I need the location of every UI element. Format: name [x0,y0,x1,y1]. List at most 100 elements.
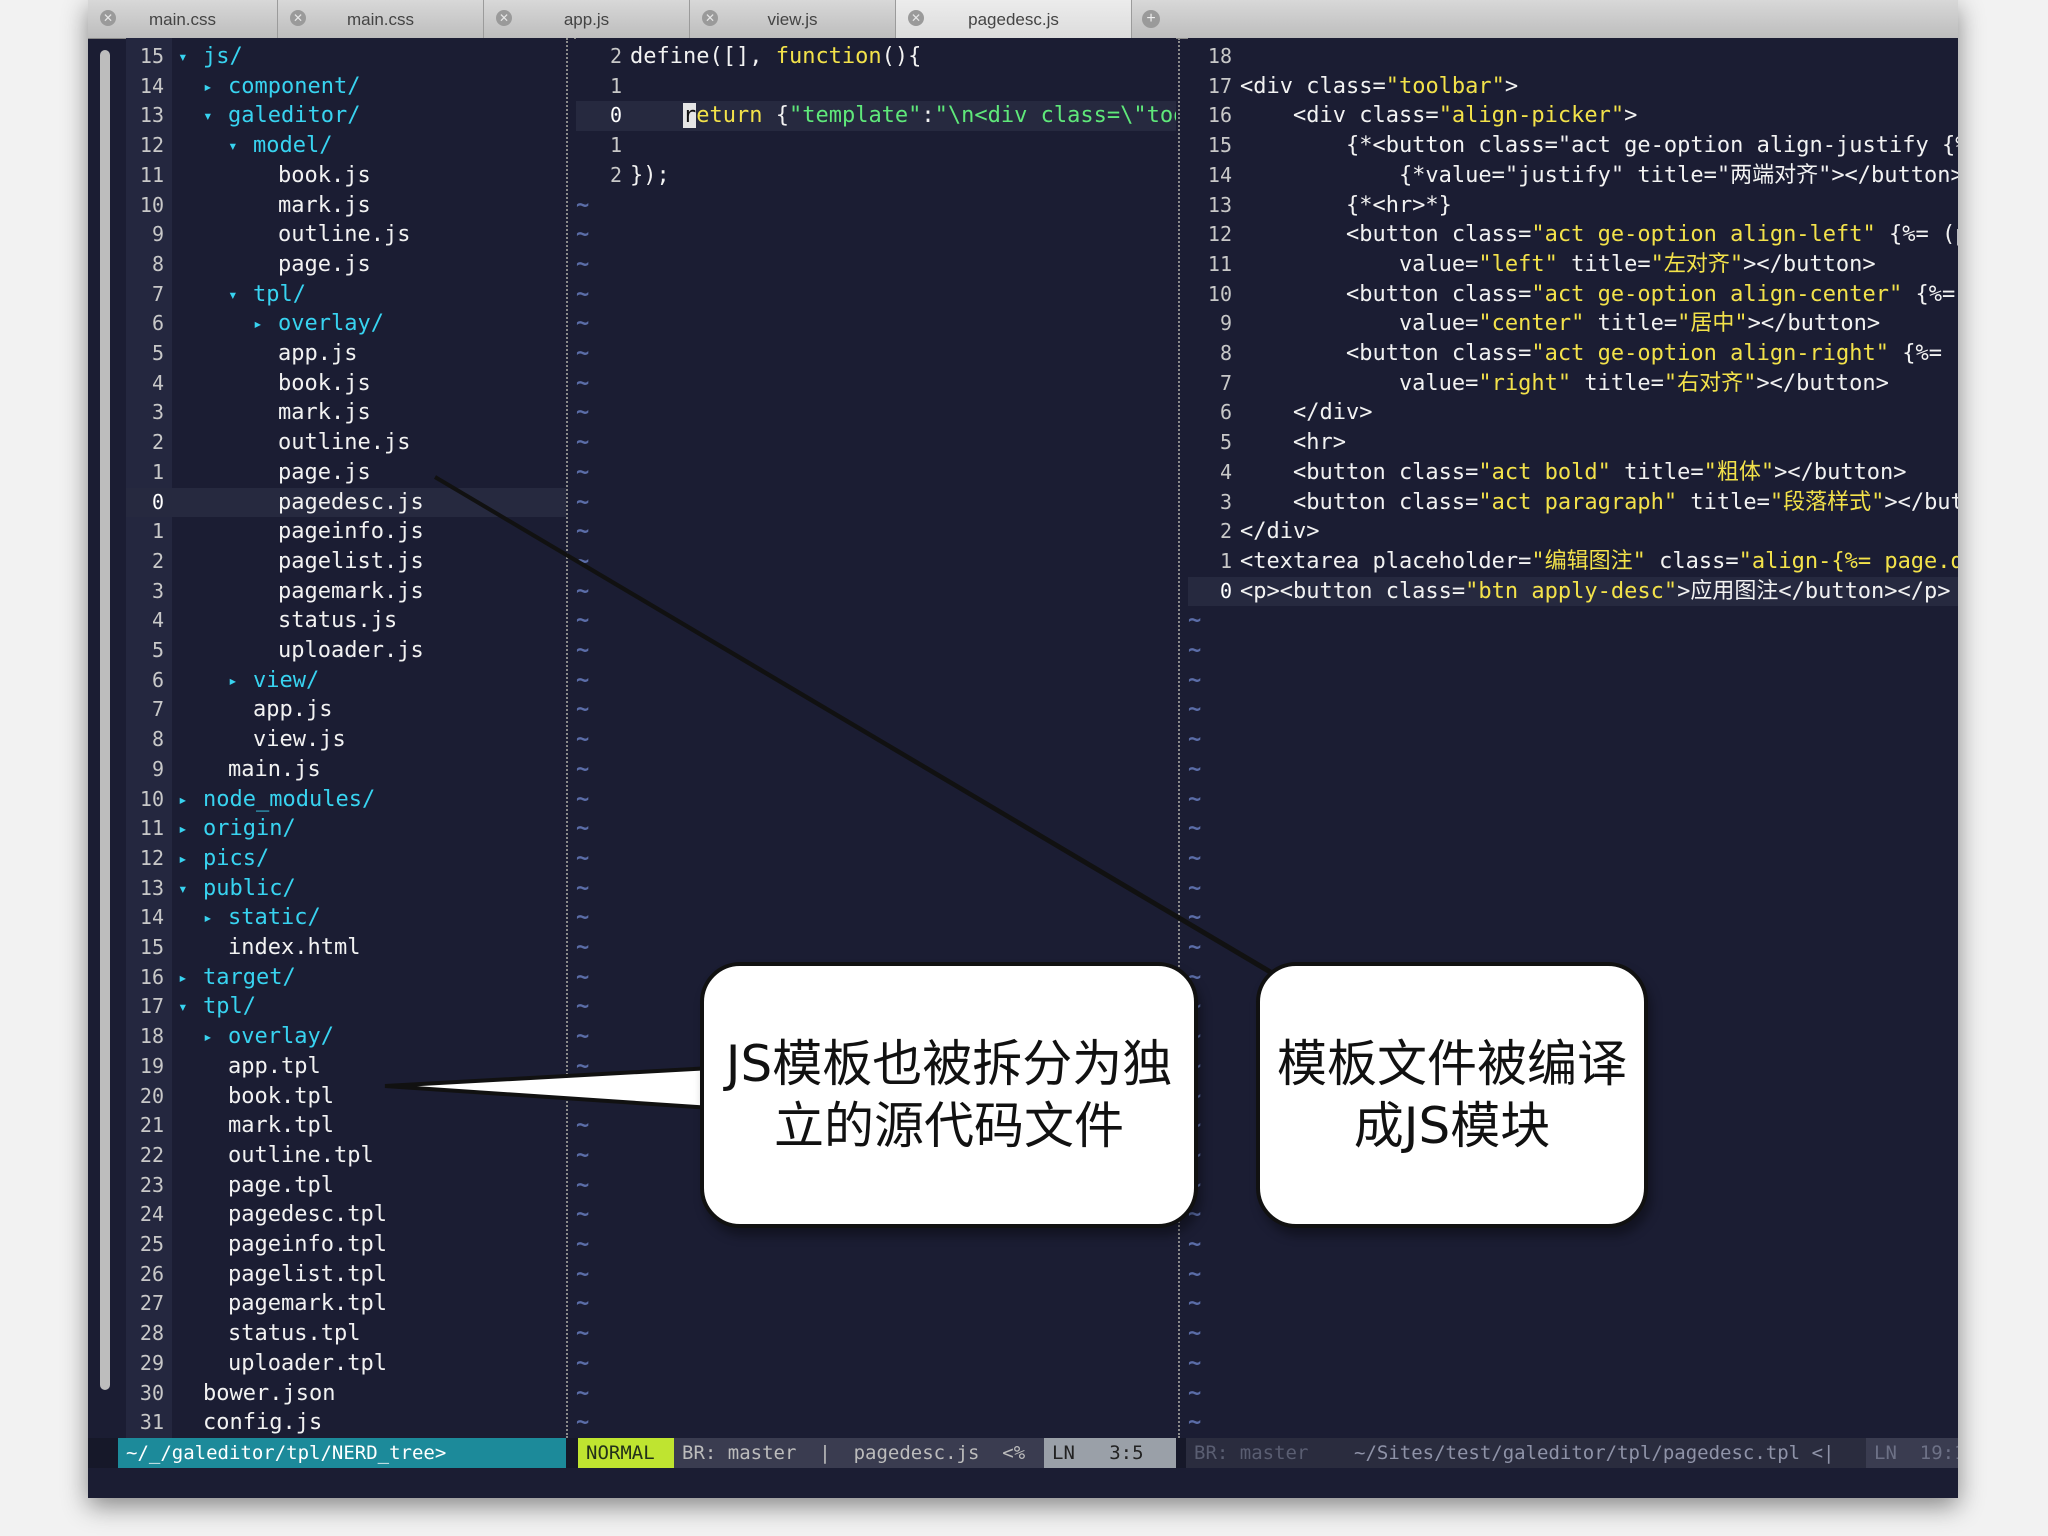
js-editor-pane[interactable]: 2 define([], function(){1 0 return {"templ… [576,38,1176,1438]
collapsed-arrow-icon[interactable]: ▸ [203,1022,213,1052]
tilde-marker: ~ [576,251,590,277]
tree-file-item[interactable]: 5 app.js [126,339,566,369]
code-line[interactable]: 18 [1188,42,1958,72]
tree-file-item[interactable]: 5 uploader.js [126,636,566,666]
code-line[interactable]: 8 <button class="act ge-option align-rig… [1188,339,1958,369]
code-line[interactable]: 1 [576,131,1176,161]
tree-dir-item[interactable]: 13 ▾ galeditor/ [126,101,566,131]
expanded-arrow-icon[interactable]: ▾ [178,874,188,904]
tree-dir-item[interactable]: 6 ▸ overlay/ [126,309,566,339]
code-line[interactable]: 10 <button class="act ge-option align-ce… [1188,280,1958,310]
new-tab-plus-icon[interactable]: + [1142,10,1160,28]
tree-file-item[interactable]: 1 pageinfo.js [126,517,566,547]
tree-file-item[interactable]: 11 book.js [126,161,566,191]
code-line[interactable]: 15 {*<button class="act ge-option align-… [1188,131,1958,161]
tree-file-item[interactable]: 1 page.js [126,458,566,488]
tree-file-item[interactable]: 21 mark.tpl [126,1111,566,1141]
expanded-arrow-icon[interactable]: ▾ [178,42,188,72]
tree-file-item[interactable]: 24 pagedesc.tpl [126,1200,566,1230]
tree-file-item[interactable]: 3 mark.js [126,398,566,428]
scrollbar[interactable] [100,50,110,1390]
tab-app-js[interactable]: ✕ app.js [484,0,690,38]
tab-pagedesc-js[interactable]: ✕ pagedesc.js [896,0,1132,38]
expanded-arrow-icon[interactable]: ▾ [228,131,238,161]
code-line[interactable]: 16 <div class="align-picker"> [1188,101,1958,131]
tree-file-item[interactable]: 4 book.js [126,369,566,399]
tree-file-item[interactable]: 8 view.js [126,725,566,755]
code-line[interactable]: 17 <div class="toolbar"> [1188,72,1958,102]
code-line[interactable]: 12 <button class="act ge-option align-le… [1188,220,1958,250]
tab-main-css-1[interactable]: ✕ main.css [88,0,278,38]
empty-line: ~ [1188,1289,1958,1319]
tree-file-item[interactable]: 31 config.js [126,1408,566,1438]
tree-dir-item[interactable]: 18 ▸ overlay/ [126,1022,566,1052]
tab-view-js[interactable]: ✕ view.js [690,0,896,38]
code-line[interactable]: 7 value="right" title="右对齐"></button> [1188,369,1958,399]
code-line[interactable]: 1 <textarea placeholder="编辑图注" class="ali… [1188,547,1958,577]
line-number: 18 [1207,44,1232,68]
code-line[interactable]: 11 value="left" title="左对齐"></button> [1188,250,1958,280]
code-line[interactable]: 0 <p><button class="btn apply-desc">应用图注<… [1188,576,1958,607]
code-line[interactable]: 2 define([], function(){ [576,42,1176,72]
tpl-editor-pane[interactable]: 18 17 <div class="toolbar"> 16 <div class="… [1188,38,1958,1438]
collapsed-arrow-icon[interactable]: ▸ [253,309,263,339]
tree-file-item[interactable]: 0 pagedesc.js [126,487,566,518]
vertical-split-divider[interactable] [1178,38,1186,1438]
tree-dir-item[interactable]: 15 ▾ js/ [126,42,566,72]
tree-dir-item[interactable]: 17 ▾ tpl/ [126,992,566,1022]
collapsed-arrow-icon[interactable]: ▸ [203,72,213,102]
tree-dir-item[interactable]: 16 ▸ target/ [126,963,566,993]
tree-file-item[interactable]: 9 main.js [126,755,566,785]
tree-file-item[interactable]: 10 mark.js [126,191,566,221]
tree-dir-item[interactable]: 14 ▸ static/ [126,903,566,933]
code-line[interactable]: 2 </div> [1188,517,1958,547]
code-line[interactable]: 6 </div> [1188,398,1958,428]
code-line[interactable]: 2}); [576,161,1176,191]
tree-dir-item[interactable]: 11 ▸ origin/ [126,814,566,844]
tree-file-item[interactable]: 3 pagemark.js [126,577,566,607]
code-line[interactable]: 4 <button class="act bold" title="粗体"></… [1188,458,1958,488]
expanded-arrow-icon[interactable]: ▾ [178,992,188,1022]
tree-file-item[interactable]: 22 outline.tpl [126,1141,566,1171]
tree-file-item[interactable]: 29 uploader.tpl [126,1349,566,1379]
code-line[interactable]: 9 value="center" title="居中"></button> [1188,309,1958,339]
tree-file-item[interactable]: 20 book.tpl [126,1082,566,1112]
tree-dir-item[interactable]: 10 ▸ node_modules/ [126,785,566,815]
vertical-split-divider[interactable] [566,38,574,1438]
tree-dir-item[interactable]: 14 ▸ component/ [126,72,566,102]
tree-dir-item[interactable]: 13 ▾ public/ [126,874,566,904]
tree-file-item[interactable]: 25 pageinfo.tpl [126,1230,566,1260]
code-line[interactable]: 14 {*value="justify" title="两端对齐"></butt… [1188,161,1958,191]
tree-file-item[interactable]: 4 status.js [126,606,566,636]
code-line[interactable]: 0 return {"template":"\n<div class=\"too… [576,101,1176,132]
collapsed-arrow-icon[interactable]: ▸ [178,785,188,815]
expanded-arrow-icon[interactable]: ▾ [228,280,238,310]
tree-file-item[interactable]: 27 pagemark.tpl [126,1289,566,1319]
tree-file-item[interactable]: 26 pagelist.tpl [126,1260,566,1290]
tab-main-css-2[interactable]: ✕ main.css [278,0,484,38]
tree-file-item[interactable]: 2 pagelist.js [126,547,566,577]
tree-file-item[interactable]: 15 index.html [126,933,566,963]
tree-file-item[interactable]: 9 outline.js [126,220,566,250]
code-line[interactable]: 3 <button class="act paragraph" title="段… [1188,488,1958,518]
tree-file-item[interactable]: 7 app.js [126,695,566,725]
tree-file-item[interactable]: 2 outline.js [126,428,566,458]
collapsed-arrow-icon[interactable]: ▸ [178,814,188,844]
tree-dir-item[interactable]: 6 ▸ view/ [126,666,566,696]
code-line[interactable]: 5 <hr> [1188,428,1958,458]
tree-file-item[interactable]: 30 bower.json [126,1379,566,1409]
tree-dir-item[interactable]: 12 ▾ model/ [126,131,566,161]
code-line[interactable]: 1 [576,72,1176,102]
tree-file-item[interactable]: 23 page.tpl [126,1171,566,1201]
tree-dir-item[interactable]: 7 ▾ tpl/ [126,280,566,310]
collapsed-arrow-icon[interactable]: ▸ [228,666,238,696]
expanded-arrow-icon[interactable]: ▾ [203,101,213,131]
collapsed-arrow-icon[interactable]: ▸ [178,963,188,993]
tree-file-item[interactable]: 19 app.tpl [126,1052,566,1082]
tree-file-item[interactable]: 8 page.js [126,250,566,280]
tree-file-item[interactable]: 28 status.tpl [126,1319,566,1349]
tree-dir-item[interactable]: 12 ▸ pics/ [126,844,566,874]
code-line[interactable]: 13 {*<hr>*} [1188,191,1958,221]
collapsed-arrow-icon[interactable]: ▸ [178,844,188,874]
collapsed-arrow-icon[interactable]: ▸ [203,903,213,933]
